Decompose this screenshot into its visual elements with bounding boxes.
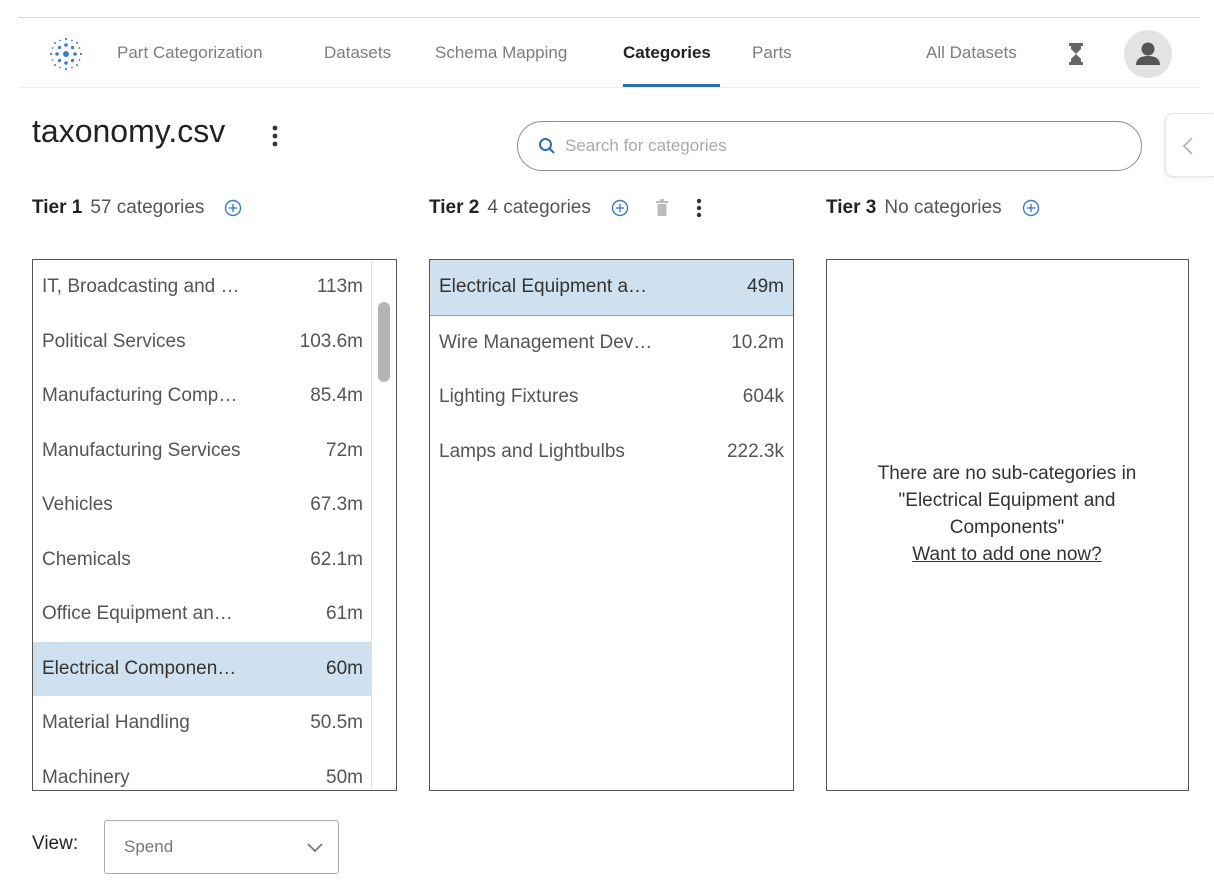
- nav-categories[interactable]: Categories: [623, 43, 711, 63]
- item-value: 222.3k: [726, 440, 784, 462]
- tier2-header: Tier 2 4 categories: [429, 197, 703, 219]
- item-label: Manufacturing Services: [42, 439, 241, 461]
- list-item[interactable]: Vehicles 67.3m: [33, 478, 372, 533]
- nav-datasets[interactable]: Datasets: [324, 43, 391, 63]
- empty-state-line: Components": [949, 517, 1065, 538]
- item-label: Wire Management Dev…: [439, 331, 653, 353]
- list-item[interactable]: Political Services 103.6m: [33, 315, 372, 370]
- list-item-selected[interactable]: Electrical Componen… 60m: [33, 641, 372, 696]
- tier1-list: IT, Broadcasting and … 113m Political Ser…: [32, 259, 397, 791]
- tier3-count: No categories: [884, 197, 1002, 218]
- page-title: taxonomy.csv: [32, 113, 226, 149]
- tier1-header: Tier 1 57 categories: [32, 197, 242, 219]
- list-item[interactable]: Office Equipment an… 61m: [33, 587, 372, 642]
- item-value: 103.6m: [299, 330, 363, 352]
- list-item[interactable]: IT, Broadcasting and … 113m: [33, 260, 372, 315]
- list-item[interactable]: Lighting Fixtures 604k: [430, 370, 793, 425]
- collapse-panel-tab[interactable]: [1165, 113, 1214, 177]
- item-value: 49m: [747, 276, 784, 298]
- search-icon: [539, 138, 555, 154]
- item-value: 62.1m: [310, 548, 363, 570]
- item-label: Machinery: [42, 766, 130, 788]
- chevron-left-icon: [1182, 137, 1193, 155]
- list-item[interactable]: Manufacturing Services 72m: [33, 424, 372, 479]
- active-tab-indicator: [623, 84, 720, 87]
- nav-schema-mapping[interactable]: Schema Mapping: [435, 43, 567, 63]
- item-value: 50m: [326, 766, 363, 788]
- item-value: 604k: [742, 386, 784, 408]
- title-kebab-menu-icon[interactable]: [270, 122, 280, 150]
- tier3-header: Tier 3 No categories: [826, 197, 1040, 219]
- list-item[interactable]: Manufacturing Comp… 85.4m: [33, 369, 372, 424]
- list-item[interactable]: Chemicals 62.1m: [33, 533, 372, 588]
- item-value: 72m: [326, 439, 363, 461]
- add-circle-icon[interactable]: [611, 199, 629, 217]
- add-circle-icon[interactable]: [1022, 199, 1040, 217]
- trash-icon[interactable]: [655, 199, 669, 217]
- view-select-value: Spend: [124, 837, 174, 856]
- nav-parts[interactable]: Parts: [752, 43, 792, 63]
- item-label: IT, Broadcasting and …: [42, 276, 240, 298]
- item-label: Electrical Componen…: [42, 657, 237, 679]
- tier1-count: 57 categories: [90, 197, 205, 218]
- item-label: Lighting Fixtures: [439, 386, 579, 408]
- tier2-count: 4 categories: [487, 197, 591, 218]
- list-item[interactable]: Material Handling 50.5m: [33, 696, 372, 751]
- scrollbar-thumb[interactable]: [378, 302, 390, 382]
- empty-state-line: There are no sub-categories in: [877, 463, 1137, 484]
- item-label: Lamps and Lightbulbs: [439, 440, 625, 462]
- hourglass-icon[interactable]: [1068, 42, 1084, 66]
- item-label: Material Handling: [42, 712, 190, 734]
- add-circle-icon[interactable]: [224, 199, 242, 217]
- item-value: 85.4m: [310, 385, 363, 407]
- tier3-empty-state: There are no sub-categories in "Electric…: [826, 460, 1188, 568]
- view-label: View:: [32, 833, 79, 854]
- item-label: Chemicals: [42, 548, 131, 570]
- tier2-title: Tier 2: [429, 197, 480, 218]
- category-search-box[interactable]: [517, 121, 1142, 171]
- tier3-title: Tier 3: [826, 197, 877, 218]
- item-value: 50.5m: [310, 712, 363, 734]
- list-item-selected[interactable]: Electrical Equipment a… 49m: [430, 260, 793, 315]
- kebab-menu-icon[interactable]: [695, 197, 703, 219]
- user-avatar-icon[interactable]: [1124, 30, 1172, 78]
- item-label: Office Equipment an…: [42, 603, 233, 625]
- tier2-list: Electrical Equipment a… 49m Wire Manageme…: [429, 259, 794, 791]
- item-value: 60m: [326, 657, 363, 679]
- snowflake-logo-icon[interactable]: [48, 36, 84, 72]
- list-item[interactable]: Lamps and Lightbulbs 222.3k: [430, 425, 793, 480]
- chevron-down-icon: [307, 843, 323, 853]
- tier1-scrollbar[interactable]: [371, 260, 395, 790]
- item-label: Vehicles: [42, 494, 113, 516]
- item-label: Manufacturing Comp…: [42, 385, 238, 407]
- top-navbar: Part Categorization Datasets Schema Mapp…: [18, 18, 1200, 88]
- add-subcategory-link[interactable]: Want to add one now?: [912, 544, 1101, 565]
- search-input[interactable]: [565, 132, 1125, 160]
- item-label: Political Services: [42, 330, 186, 352]
- tier1-title: Tier 1: [32, 197, 83, 218]
- item-value: 67.3m: [310, 494, 363, 516]
- view-select[interactable]: Spend: [104, 820, 339, 874]
- nav-part-categorization[interactable]: Part Categorization: [117, 43, 263, 63]
- list-item[interactable]: Wire Management Dev… 10.2m: [430, 316, 793, 371]
- item-label: Electrical Equipment a…: [439, 276, 648, 298]
- item-value: 113m: [316, 276, 363, 298]
- item-value: 61m: [326, 603, 363, 625]
- item-value: 10.2m: [731, 331, 784, 353]
- list-item[interactable]: Machinery 50m: [33, 751, 372, 791]
- dataset-filter-link[interactable]: All Datasets: [926, 43, 1017, 63]
- empty-state-line: "Electrical Equipment and: [898, 490, 1116, 511]
